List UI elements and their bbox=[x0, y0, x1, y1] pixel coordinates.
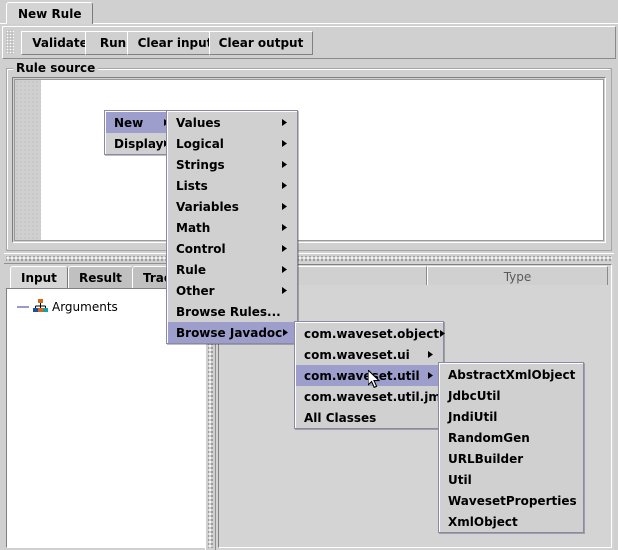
menu-item-com-waveset-object-label: com.waveset.object bbox=[304, 326, 440, 341]
submenu-arrow-icon bbox=[281, 244, 291, 253]
menu-item-math[interactable]: Math bbox=[168, 217, 297, 238]
menu-item-wavesetproperties[interactable]: WavesetProperties bbox=[440, 490, 583, 511]
menu-item-xmlobject[interactable]: XmlObject bbox=[440, 511, 583, 532]
menu-item-all-classes-label: All Classes bbox=[304, 410, 377, 425]
menu-item-jndiutil-label: JndiUtil bbox=[448, 409, 498, 424]
tab-result[interactable]: Result bbox=[68, 266, 133, 289]
menu-item-all-classes[interactable]: All Classes bbox=[296, 407, 443, 428]
rule-source-panel: Rule source bbox=[6, 61, 612, 251]
editor-gutter bbox=[15, 80, 41, 240]
run-button-label: Run bbox=[99, 36, 127, 50]
javadoc-packages-inner: com.waveset.object com.waveset.ui com.wa… bbox=[295, 322, 454, 428]
menu-item-jdbcutil[interactable]: JdbcUtil bbox=[440, 385, 583, 406]
submenu-arrow-icon bbox=[439, 329, 446, 338]
menu-item-logical-label: Logical bbox=[176, 136, 224, 151]
submenu-arrow-icon bbox=[281, 139, 291, 148]
submenu-arrow-icon bbox=[281, 265, 291, 274]
submenu-arrow-icon bbox=[282, 328, 291, 337]
submenu-arrow-icon bbox=[281, 160, 291, 169]
menu-item-lists-label: Lists bbox=[176, 178, 208, 193]
menu-item-logical[interactable]: Logical bbox=[168, 133, 297, 154]
menu-item-math-label: Math bbox=[176, 220, 211, 235]
expand-handle-icon[interactable] bbox=[17, 306, 29, 308]
menu-item-rule-label: Rule bbox=[176, 262, 207, 277]
rule-source-scrollpane bbox=[12, 77, 606, 243]
submenu-arrow-icon bbox=[281, 223, 291, 232]
menu-item-xmlobject-label: XmlObject bbox=[448, 514, 518, 529]
menu-item-util[interactable]: Util bbox=[440, 469, 583, 490]
menu-item-jndiutil[interactable]: JndiUtil bbox=[440, 406, 583, 427]
table-column-header-type[interactable]: Type bbox=[426, 266, 608, 287]
menu-item-util-label: Util bbox=[448, 472, 472, 487]
window-tab-strip: New Rule bbox=[0, 0, 618, 26]
clear-output-button[interactable]: Clear output bbox=[209, 31, 313, 55]
tab-input-label: Input bbox=[21, 271, 57, 285]
submenu-arrow-icon bbox=[281, 118, 291, 127]
menu-item-com-waveset-util-jms-label: com.waveset.util.jms bbox=[304, 389, 448, 404]
new-submenu[interactable]: Values Logical Strings Lists Variables M… bbox=[166, 110, 298, 344]
menu-item-display-label: Display bbox=[114, 136, 164, 151]
menu-item-new-label: New bbox=[114, 115, 144, 130]
menu-item-variables[interactable]: Variables bbox=[168, 196, 297, 217]
menu-item-rule[interactable]: Rule bbox=[168, 259, 297, 280]
menu-item-strings[interactable]: Strings bbox=[168, 154, 297, 175]
window-tab-new-rule[interactable]: New Rule bbox=[6, 2, 94, 24]
menu-item-strings-label: Strings bbox=[176, 157, 225, 172]
tab-result-label: Result bbox=[79, 271, 122, 285]
clear-input-button-label: Clear input bbox=[137, 36, 213, 50]
menu-item-browse-javadoc-label: Browse Javadoc bbox=[176, 325, 283, 340]
menu-item-jdbcutil-label: JdbcUtil bbox=[448, 388, 501, 403]
submenu-arrow-icon bbox=[427, 350, 437, 359]
submenu-arrow-icon bbox=[281, 181, 291, 190]
tab-input[interactable]: Input bbox=[10, 266, 68, 289]
menu-item-abstractxmlobject-label: AbstractXmlObject bbox=[448, 367, 576, 382]
tree-node-label: Arguments bbox=[52, 300, 118, 314]
menu-item-com-waveset-util[interactable]: com.waveset.util bbox=[296, 365, 443, 386]
menu-item-browse-rules[interactable]: Browse Rules... bbox=[168, 301, 297, 322]
menu-item-abstractxmlobject[interactable]: AbstractXmlObject bbox=[440, 364, 583, 385]
menu-item-randomgen-label: RandomGen bbox=[448, 430, 530, 445]
menu-item-other[interactable]: Other bbox=[168, 280, 297, 301]
menu-item-com-waveset-util-jms[interactable]: com.waveset.util.jms bbox=[296, 386, 454, 407]
menu-item-com-waveset-util-label: com.waveset.util bbox=[304, 368, 420, 383]
menu-item-randomgen[interactable]: RandomGen bbox=[440, 427, 583, 448]
javadoc-packages-submenu[interactable]: com.waveset.object com.waveset.ui com.wa… bbox=[294, 321, 454, 429]
toolbar: Validate Run Clear input Clear output bbox=[2, 26, 616, 59]
rule-source-editor[interactable] bbox=[41, 80, 603, 240]
menu-item-other-label: Other bbox=[176, 283, 215, 298]
rule-source-title: Rule source bbox=[13, 61, 99, 75]
new-submenu-inner: Values Logical Strings Lists Variables M… bbox=[167, 111, 297, 343]
menu-item-browse-javadoc[interactable]: Browse Javadoc bbox=[168, 322, 297, 343]
menu-item-control-label: Control bbox=[176, 241, 226, 256]
clear-output-button-label: Clear output bbox=[218, 36, 304, 50]
submenu-arrow-icon bbox=[281, 286, 291, 295]
menu-item-com-waveset-ui[interactable]: com.waveset.ui bbox=[296, 344, 443, 365]
submenu-arrow-icon bbox=[427, 371, 437, 380]
drag-grip-icon[interactable] bbox=[6, 30, 14, 54]
menu-item-com-waveset-object[interactable]: com.waveset.object bbox=[296, 323, 446, 344]
window-tab-label: New Rule bbox=[18, 6, 82, 21]
menu-item-values-label: Values bbox=[176, 115, 221, 130]
divider-texture bbox=[6, 256, 612, 261]
submenu-arrow-icon bbox=[281, 202, 291, 211]
menu-item-lists[interactable]: Lists bbox=[168, 175, 297, 196]
menu-item-control[interactable]: Control bbox=[168, 238, 297, 259]
menu-item-browse-rules-label: Browse Rules... bbox=[176, 304, 281, 319]
menu-item-variables-label: Variables bbox=[176, 199, 239, 214]
javadoc-classes-inner: AbstractXmlObject JdbcUtil JndiUtil Rand… bbox=[439, 363, 583, 532]
tree-node-arguments[interactable]: Arguments bbox=[17, 299, 118, 315]
menu-item-urlbuilder[interactable]: URLBuilder bbox=[440, 448, 583, 469]
javadoc-classes-submenu[interactable]: AbstractXmlObject JdbcUtil JndiUtil Rand… bbox=[438, 362, 584, 533]
rule-source-viewport bbox=[14, 79, 604, 241]
menu-item-values[interactable]: Values bbox=[168, 112, 297, 133]
menu-item-com-waveset-ui-label: com.waveset.ui bbox=[304, 347, 410, 362]
menu-item-wavesetproperties-label: WavesetProperties bbox=[448, 493, 577, 508]
application-window: New Rule Validate Run Clear input Clear … bbox=[0, 0, 618, 550]
menu-item-urlbuilder-label: URLBuilder bbox=[448, 451, 524, 466]
validate-button-label: Validate bbox=[32, 36, 88, 50]
hierarchy-icon bbox=[33, 299, 48, 315]
